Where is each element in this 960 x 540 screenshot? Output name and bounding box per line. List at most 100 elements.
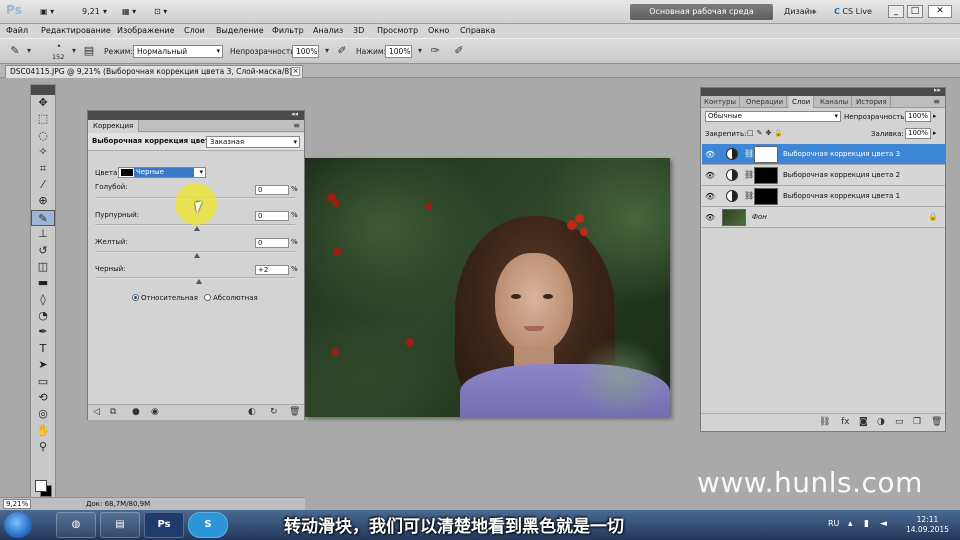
- delete-adjustment-icon[interactable]: 🗑: [289, 407, 300, 417]
- slider-value-input[interactable]: 0: [255, 211, 289, 221]
- document-canvas[interactable]: [305, 158, 670, 417]
- panel-title-strip[interactable]: ◂◂: [88, 110, 304, 120]
- photoshop-taskbar-icon[interactable]: Ps: [144, 512, 184, 538]
- start-button[interactable]: [4, 512, 32, 538]
- firefox-taskbar-icon[interactable]: ◍: [56, 512, 96, 538]
- layer-mask-thumbnail[interactable]: [754, 167, 778, 184]
- network-icon[interactable]: ▮: [864, 519, 869, 529]
- cs-live-button[interactable]: C CS Live: [834, 7, 872, 16]
- tab-paths[interactable]: Контуры: [701, 96, 741, 108]
- return-to-list-icon[interactable]: ◁: [93, 407, 100, 417]
- history-brush-tool-icon[interactable]: ↺: [31, 243, 55, 259]
- arrange-documents-icon[interactable]: ⊡ ▾: [154, 5, 167, 19]
- explorer-taskbar-icon[interactable]: ▤: [100, 512, 140, 538]
- eye-icon[interactable]: 👁: [705, 171, 715, 180]
- pressure-dropdown-icon[interactable]: ▾: [413, 44, 427, 58]
- radio-absolute[interactable]: Абсолютная: [204, 294, 258, 302]
- lasso-tool-icon[interactable]: ◌: [31, 128, 55, 144]
- lock-icons[interactable]: □✎✥🔒: [747, 129, 786, 137]
- menu-edit[interactable]: Редактирование: [41, 26, 111, 35]
- close-button[interactable]: ✕: [928, 5, 952, 18]
- menu-file[interactable]: Файл: [6, 26, 28, 35]
- brush-panel-icon[interactable]: ▤: [82, 44, 96, 58]
- airbrush-icon[interactable]: ✑: [428, 44, 442, 58]
- type-tool-icon[interactable]: T: [31, 341, 55, 357]
- radio-relative[interactable]: Относительная: [132, 294, 198, 302]
- layer-row-background[interactable]: 👁 Фон 🔒: [702, 207, 945, 228]
- slider-thumb[interactable]: [194, 226, 200, 231]
- pressure-opacity-icon[interactable]: ✐: [335, 44, 349, 58]
- link-layers-icon[interactable]: ⛓: [819, 417, 830, 427]
- new-adjustment-icon[interactable]: ◑: [877, 417, 885, 427]
- zoom-level[interactable]: 9,21: [82, 5, 100, 19]
- tab-layers[interactable]: Слои: [789, 96, 815, 108]
- zoom-tool-icon[interactable]: ⚲: [31, 439, 55, 455]
- menu-window[interactable]: Окно: [428, 26, 449, 35]
- menu-filter[interactable]: Фильтр: [272, 26, 304, 35]
- maximize-button[interactable]: □: [907, 5, 923, 18]
- expanded-view-icon[interactable]: ⧉: [110, 407, 116, 417]
- crop-tool-icon[interactable]: ⌗: [31, 161, 55, 177]
- workspace-button[interactable]: Основная рабочая среда: [630, 4, 773, 20]
- eye-icon[interactable]: 👁: [705, 213, 715, 222]
- menu-view[interactable]: Просмотр: [377, 26, 418, 35]
- hand-tool-icon[interactable]: ✋: [31, 423, 55, 439]
- layer-opacity-input[interactable]: 100%: [905, 111, 931, 122]
- clip-to-layer-icon[interactable]: ●: [132, 407, 140, 417]
- foreground-color-swatch[interactable]: [35, 480, 47, 492]
- tab-history[interactable]: История: [853, 96, 891, 108]
- colors-select[interactable]: Черные ▾: [118, 167, 206, 178]
- brush-tool-icon[interactable]: ✎: [31, 209, 55, 227]
- blur-tool-icon[interactable]: ◊: [31, 292, 55, 308]
- view-extras-icon[interactable]: ▦ ▾: [122, 5, 136, 19]
- shape-tool-icon[interactable]: ▭: [31, 374, 55, 390]
- pen-tool-icon[interactable]: ✒: [31, 324, 55, 340]
- language-indicator[interactable]: RU: [828, 519, 839, 528]
- panel-menu-icon[interactable]: ≡: [293, 120, 300, 131]
- toolbox-header[interactable]: [31, 85, 55, 95]
- brush-size[interactable]: 152: [52, 53, 64, 61]
- marquee-tool-icon[interactable]: ⬚: [31, 111, 55, 127]
- layer-mask-thumbnail[interactable]: [754, 146, 778, 163]
- menu-image[interactable]: Изображение: [117, 26, 175, 35]
- menu-help[interactable]: Справка: [460, 26, 495, 35]
- tray-up-arrow-icon[interactable]: ▴: [848, 519, 853, 529]
- move-tool-icon[interactable]: ✥: [31, 95, 55, 111]
- document-size[interactable]: Док: 68,7M/80,9M: [86, 500, 150, 508]
- eyedropper-tool-icon[interactable]: ⁄: [31, 177, 55, 193]
- layer-thumbnail[interactable]: [722, 209, 746, 226]
- tab-channels[interactable]: Каналы: [817, 96, 853, 108]
- slider-thumb[interactable]: [194, 253, 200, 258]
- layer-row[interactable]: 👁 ⛓ Выборочная коррекция цвета 1: [702, 186, 945, 207]
- panel-menu-icon[interactable]: ≡: [930, 96, 943, 108]
- opacity-dropdown-icon[interactable]: ▸: [933, 112, 937, 120]
- menu-3d[interactable]: 3D: [353, 26, 364, 35]
- tab-actions[interactable]: Операции: [743, 96, 787, 108]
- 3d-rotate-tool-icon[interactable]: ⟲: [31, 390, 55, 406]
- layer-row[interactable]: 👁 ⛓ Выборочная коррекция цвета 2: [702, 165, 945, 186]
- pressure-input[interactable]: 100%: [385, 45, 412, 58]
- visibility-toggle-icon[interactable]: ◉: [151, 407, 159, 417]
- minimize-button[interactable]: _: [888, 5, 904, 18]
- layer-row-selected[interactable]: 👁 ⛓ Выборочная коррекция цвета 3: [702, 144, 945, 165]
- pressure-size-icon[interactable]: ✐: [452, 44, 466, 58]
- slider-value-input[interactable]: 0: [255, 185, 289, 195]
- 3d-orbit-tool-icon[interactable]: ◎: [31, 406, 55, 422]
- opacity-dropdown-icon[interactable]: ▾: [320, 44, 334, 58]
- skype-taskbar-icon[interactable]: S: [188, 512, 228, 538]
- close-document-button[interactable]: ×: [291, 67, 300, 76]
- brush-tool-icon[interactable]: ✎: [8, 44, 22, 58]
- gradient-tool-icon[interactable]: ▬: [31, 275, 55, 291]
- design-workspace[interactable]: Дизайн: [784, 7, 815, 16]
- fx-icon[interactable]: fx: [841, 417, 850, 427]
- dodge-tool-icon[interactable]: ◔: [31, 308, 55, 324]
- new-layer-icon[interactable]: ❐: [913, 417, 921, 427]
- fill-input[interactable]: 100%: [905, 128, 931, 139]
- fill-dropdown-icon[interactable]: ▸: [933, 129, 937, 137]
- bridge-icon[interactable]: ▣ ▾: [40, 5, 54, 19]
- panel-title-strip[interactable]: ▸▸: [701, 86, 945, 96]
- chain-link-icon[interactable]: ⛓: [744, 149, 754, 158]
- brush-size-dropdown-icon[interactable]: ▾: [67, 44, 81, 58]
- blend-mode-select[interactable]: Обычные ▾: [705, 111, 841, 122]
- tab-correction[interactable]: Коррекция: [88, 120, 140, 132]
